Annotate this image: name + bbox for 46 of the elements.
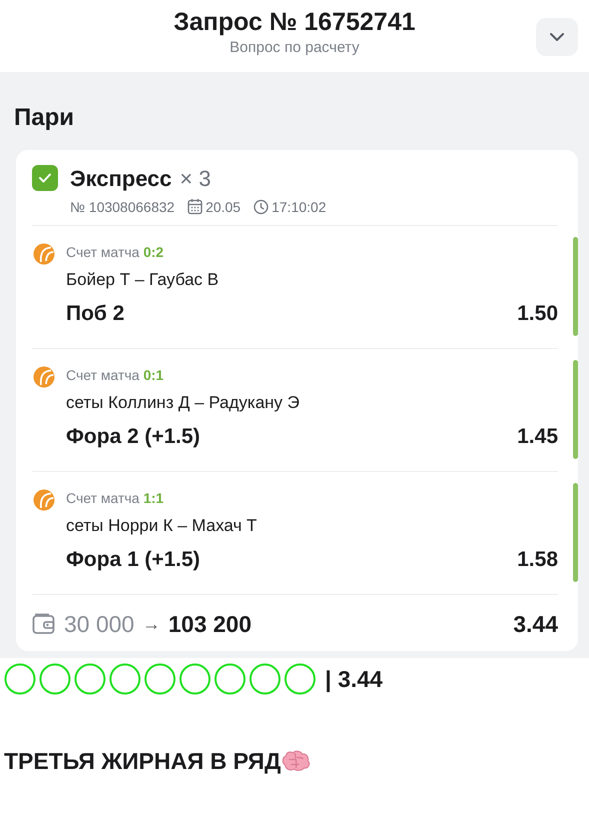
bet-number: № 10308066832 [70,198,175,214]
bet-time: 17:10:02 [272,198,326,214]
match-name: сеты Норри К – Махач Т [66,515,258,537]
odds-text: | 3.44 [325,665,383,694]
bet-multiplier: × 3 [180,165,211,193]
expand-button[interactable] [536,18,578,56]
circle-icon [179,663,211,695]
stake-amount: 30 000 [64,610,134,639]
match-score: Счет матча 0:1 [66,366,165,385]
circle-icon [249,663,281,695]
bet-type: Экспресс [70,165,172,193]
circle-icon [144,663,176,695]
request-title: Запрос № 16752741 [174,7,416,38]
check-icon [38,172,52,184]
bet-pick: Фора 1 (+1.5) [66,547,200,573]
request-subtitle: Вопрос по расчету [230,38,360,58]
section-title: Пари [14,103,76,133]
match-name: сеты Коллинз Д – Радукану Э [66,392,301,414]
circle-icon [39,663,71,695]
checkbox[interactable] [32,165,58,191]
match-score: Счет матча 1:1 [66,489,165,508]
calendar-icon [186,198,203,215]
bet-odds: 1.58 [517,547,558,573]
tennis-ball-icon [32,365,56,389]
payout-amount: 103 200 [168,610,252,639]
bet-pick: Поб 2 [66,301,124,327]
match-name: Бойер Т – Гаубас В [66,269,220,291]
circle-icon [214,663,246,695]
circle-icon [4,663,36,695]
circle-icon [109,663,141,695]
bet-odds: 1.45 [517,424,558,450]
tennis-ball-icon [32,488,56,512]
bet-pick: Фора 2 (+1.5) [66,424,200,450]
wallet-icon [32,613,56,635]
bet-odds: 1.50 [517,301,558,327]
message-text: ТРЕТЬЯ ЖИРНАЯ В РЯД [4,747,281,776]
chevron-down-icon [549,32,565,42]
clock-icon [252,198,269,214]
match-score: Счет матча 0:2 [66,243,165,262]
total-odds: 3.44 [513,610,558,639]
tennis-ball-icon [32,242,56,266]
brain-icon [280,749,311,773]
bet-date: 20.05 [206,198,241,214]
arrow-text: → [142,613,160,636]
circle-icon [284,663,316,695]
circle-icon [74,663,106,695]
